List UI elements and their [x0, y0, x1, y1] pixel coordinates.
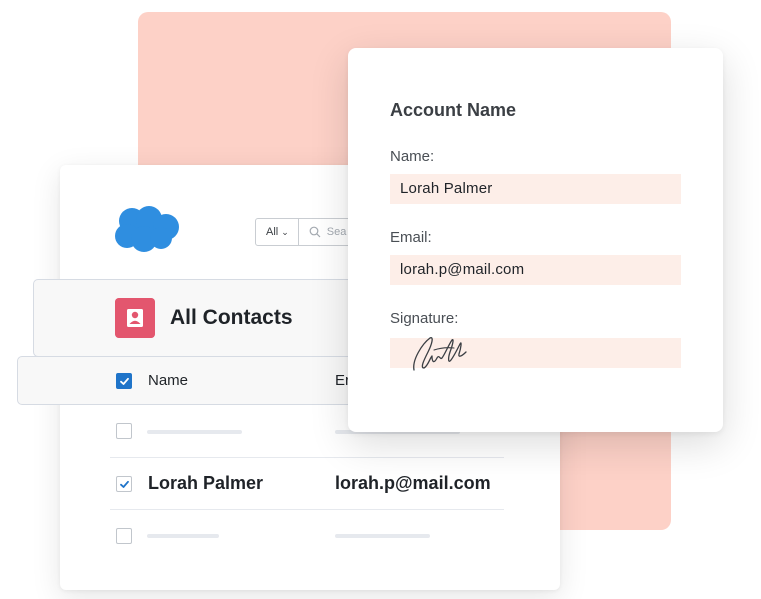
row-checkbox[interactable] — [116, 528, 132, 544]
check-icon — [119, 480, 129, 488]
search-input[interactable]: Sea — [299, 226, 347, 238]
cloud-logo-icon — [115, 206, 179, 252]
row-divider — [110, 457, 504, 458]
name-placeholder-bar — [147, 534, 219, 538]
search-scope-select[interactable]: All ⌄ — [256, 219, 299, 245]
account-title: Account Name — [390, 100, 517, 120]
name-field-value: Lorah Palmer — [400, 180, 493, 197]
row-checkbox-checked[interactable] — [116, 476, 132, 492]
chevron-down-icon: ⌄ — [281, 226, 289, 237]
name-column-header[interactable]: Name — [148, 372, 188, 389]
search-placeholder: Sea — [326, 226, 347, 238]
check-icon — [119, 377, 129, 385]
search-icon — [309, 226, 321, 238]
page-title: All Contacts — [170, 306, 293, 329]
email-field-value: lorah.p@mail.com — [400, 261, 525, 278]
select-all-checkbox[interactable] — [116, 373, 132, 389]
name-field-label: Name: — [390, 148, 435, 165]
name-field[interactable]: Lorah Palmer — [390, 174, 681, 204]
email-field-label: Email: — [390, 229, 432, 246]
email-field[interactable]: lorah.p@mail.com — [390, 255, 681, 285]
search-scope-label: All — [266, 226, 279, 238]
name-placeholder-bar — [147, 430, 242, 434]
handwritten-signature-icon — [413, 337, 467, 371]
row-divider — [110, 509, 504, 510]
contact-person-icon — [115, 298, 155, 338]
contact-email-cell[interactable]: lorah.p@mail.com — [335, 473, 491, 494]
email-placeholder-bar — [335, 534, 430, 538]
row-checkbox[interactable] — [116, 423, 132, 439]
contact-name-cell[interactable]: Lorah Palmer — [148, 473, 263, 494]
signature-field-label: Signature: — [390, 310, 459, 327]
